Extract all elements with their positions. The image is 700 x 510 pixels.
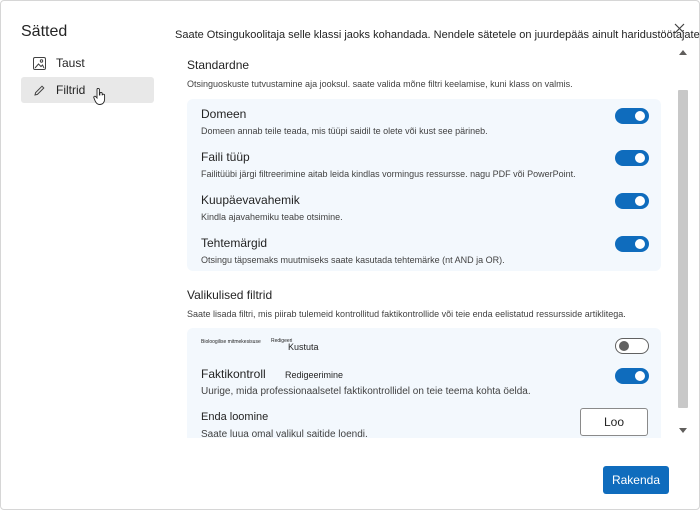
create-own-desc: Saate luua omal valikul saitide loendi. bbox=[201, 429, 368, 438]
optional-section-subtitle: Saate lisada filtri, mis piirab tulemeid… bbox=[187, 309, 626, 319]
settings-dialog: Sätted Taust Filtrid Saate Otsingukoolit… bbox=[0, 0, 700, 510]
settings-scroll-area[interactable]: Standardne Otsinguoskuste tutvustamine a… bbox=[175, 46, 675, 438]
sidebar-title: Sätted bbox=[21, 23, 68, 40]
optional-section-title: Valikulised filtrid bbox=[187, 288, 273, 302]
operators-desc: Otsingu täpsemaks muutmiseks saate kasut… bbox=[201, 255, 505, 265]
sidebar-item-filtrid[interactable]: Filtrid bbox=[21, 77, 154, 103]
close-button[interactable] bbox=[671, 20, 687, 36]
factcheck-edit-link[interactable]: Redigeerimine bbox=[285, 370, 343, 380]
scrollbar-thumb[interactable] bbox=[678, 90, 688, 408]
file-type-toggle[interactable] bbox=[615, 150, 649, 166]
pencil-icon bbox=[32, 83, 46, 97]
custom-filter-delete-link[interactable]: Kustuta bbox=[288, 342, 319, 352]
custom-filter-toggle[interactable] bbox=[615, 338, 649, 354]
optional-filters-card: Bioloogilise mitmekesisuse Redigeeri Kus… bbox=[187, 328, 661, 438]
sidebar-item-label: Taust bbox=[56, 56, 85, 70]
sidebar-item-taust[interactable]: Taust bbox=[21, 50, 154, 76]
standard-section-title: Standardne bbox=[187, 58, 250, 72]
scrollbar[interactable] bbox=[677, 46, 689, 438]
date-range-toggle[interactable] bbox=[615, 193, 649, 209]
create-button[interactable]: Loo bbox=[580, 408, 648, 436]
hand-cursor-icon bbox=[93, 87, 107, 111]
sidebar-item-label: Filtrid bbox=[56, 83, 86, 97]
date-range-title: Kuupäevavahemik bbox=[201, 193, 300, 207]
file-type-title: Faili tüüp bbox=[201, 150, 250, 164]
domain-title: Domeen bbox=[201, 107, 247, 121]
create-own-title: Enda loomine bbox=[201, 411, 269, 423]
domain-toggle[interactable] bbox=[615, 108, 649, 124]
standard-section-subtitle: Otsinguoskuste tutvustamine aja jooksul.… bbox=[187, 79, 573, 89]
factcheck-title: Faktikontroll bbox=[201, 367, 266, 381]
scroll-down-arrow-icon[interactable] bbox=[679, 428, 687, 433]
intro-text: Saate Otsingukoolitaja selle klassi jaok… bbox=[175, 29, 700, 41]
custom-filter-name: Bioloogilise mitmekesisuse bbox=[201, 339, 261, 345]
close-icon bbox=[674, 23, 684, 33]
date-range-desc: Kindla ajavahemiku teabe otsimine. bbox=[201, 212, 343, 222]
domain-desc: Domeen annab teile teada, mis tüüpi said… bbox=[201, 126, 488, 136]
factcheck-toggle[interactable] bbox=[615, 368, 649, 384]
apply-button[interactable]: Rakenda bbox=[603, 466, 669, 494]
operators-toggle[interactable] bbox=[615, 236, 649, 252]
factcheck-desc: Uurige, mida professionaalsetel faktikon… bbox=[201, 386, 531, 397]
file-type-desc: Failitüübi järgi filtreerimine aitab lei… bbox=[201, 169, 576, 179]
operators-title: Tehtemärgid bbox=[201, 236, 268, 250]
standard-filters-card: Domeen Domeen annab teile teada, mis tüü… bbox=[187, 99, 661, 271]
image-icon bbox=[32, 56, 46, 70]
scroll-up-arrow-icon[interactable] bbox=[679, 50, 687, 55]
